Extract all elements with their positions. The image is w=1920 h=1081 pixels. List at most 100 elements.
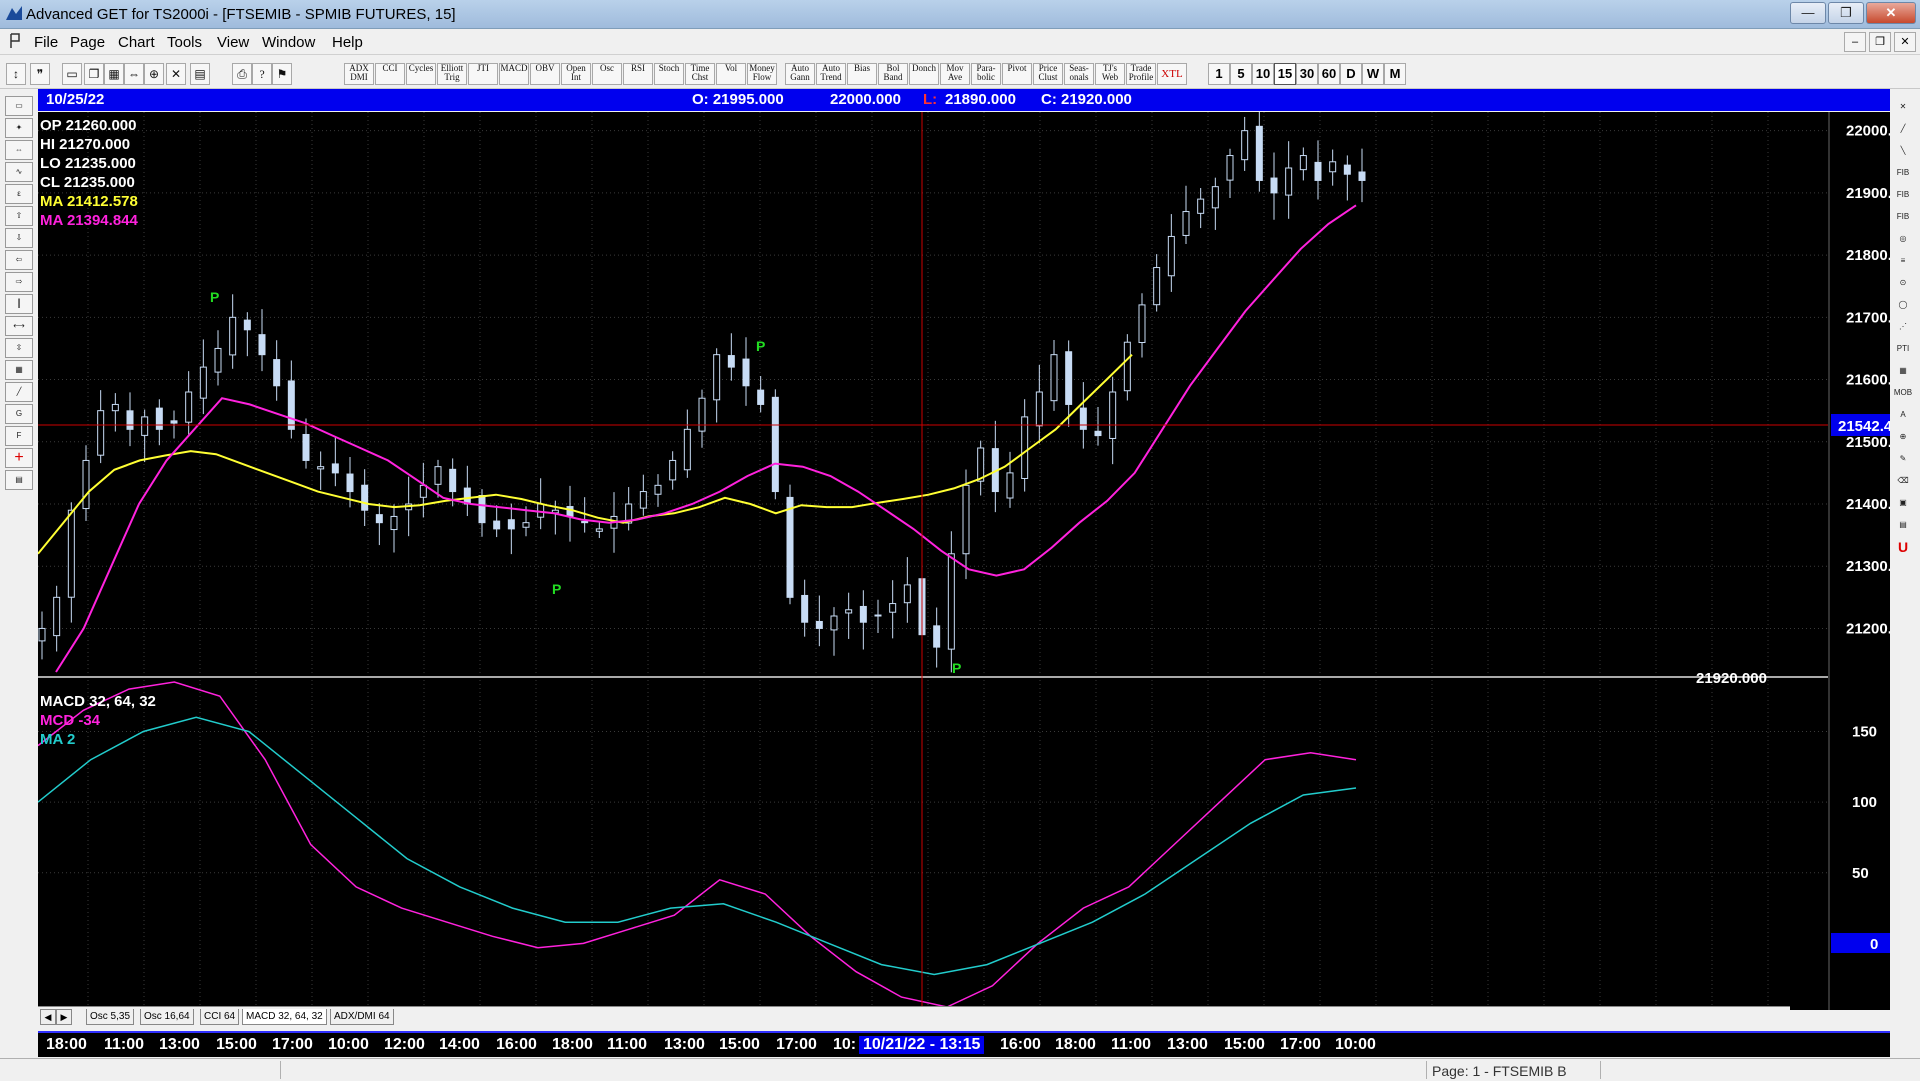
timeframe-button-w[interactable]: W xyxy=(1362,63,1384,85)
timeframe-button-m[interactable]: M xyxy=(1384,63,1406,85)
tab-osc-5-35[interactable]: Osc 5,35 xyxy=(86,1009,135,1025)
menu-file[interactable]: File xyxy=(34,34,58,51)
menu-tools[interactable]: Tools xyxy=(167,34,202,51)
left-arrow-icon[interactable]: ⇦ xyxy=(5,250,33,270)
zoom-horizontal-icon[interactable]: ⟷ xyxy=(5,316,33,336)
reset-icon[interactable]: ⇔ xyxy=(5,140,33,160)
timeframe-button-15[interactable]: 15 xyxy=(1274,63,1296,85)
crosshair-icon[interactable]: + xyxy=(5,448,33,468)
down-arrow-icon[interactable]: ⇩ xyxy=(5,228,33,248)
study-button-donch[interactable]: Donch xyxy=(909,63,939,85)
tab-macd[interactable]: MACD 32, 64, 32 xyxy=(242,1009,327,1025)
quote-icon[interactable]: ❞ xyxy=(30,63,50,85)
ellipse-icon[interactable]: ◯ xyxy=(1890,296,1916,314)
menu-window[interactable]: Window xyxy=(262,34,315,51)
study-button-jti[interactable]: JTI xyxy=(468,63,498,85)
u-icon[interactable]: U xyxy=(1890,538,1916,556)
chart-area[interactable]: P P P P OP 21260.000 HI 21270.000 LO 212… xyxy=(37,109,1920,1010)
timeframe-button-10[interactable]: 10 xyxy=(1252,63,1274,85)
child-minimize-button[interactable]: – xyxy=(1844,32,1866,52)
child-restore-button[interactable]: ❐ xyxy=(1869,32,1891,52)
fib-icon[interactable]: F xyxy=(5,426,33,446)
mob-icon[interactable]: MOB xyxy=(1890,384,1916,402)
study-button-bol-band[interactable]: Bol Band xyxy=(878,63,908,85)
spiral-icon[interactable]: ◎ xyxy=(1890,230,1916,248)
study-button-money-flow[interactable]: Money Flow xyxy=(747,63,777,85)
chart-canvas[interactable]: P P P P OP 21260.000 HI 21270.000 LO 212… xyxy=(37,109,1920,1010)
study-button-tj-s-web[interactable]: TJ's Web xyxy=(1095,63,1125,85)
minimize-button[interactable]: — xyxy=(1790,2,1826,24)
study-button-osc[interactable]: Osc xyxy=(592,63,622,85)
study-button-price-clust[interactable]: Price Clust xyxy=(1033,63,1063,85)
study-button-vol[interactable]: Vol xyxy=(716,63,746,85)
study-button-stoch[interactable]: Stoch xyxy=(654,63,684,85)
study-button-macd[interactable]: MACD xyxy=(499,63,529,85)
print-icon[interactable]: ⎙ xyxy=(232,63,252,85)
zoom-vertical-icon[interactable]: ⇳ xyxy=(5,338,33,358)
grid-tool-icon[interactable]: ▦ xyxy=(5,360,33,380)
fib-time-icon[interactable]: FIB xyxy=(1890,208,1916,226)
menu-view[interactable]: View xyxy=(217,34,249,51)
grid-icon[interactable]: ▦ xyxy=(1890,362,1916,380)
study-button-trade-profile[interactable]: Trade Profile xyxy=(1126,63,1156,85)
save-icon[interactable]: ▤ xyxy=(5,470,33,490)
cancel-icon[interactable]: ✕ xyxy=(166,63,186,85)
fan-icon[interactable]: ≡ xyxy=(1890,252,1916,270)
fib-extension-icon[interactable]: FIB xyxy=(1890,186,1916,204)
gann-icon[interactable]: G xyxy=(5,404,33,424)
grid-icon[interactable]: ▦ xyxy=(104,63,124,85)
study-button-elliott-trig[interactable]: Elliott Trig xyxy=(437,63,467,85)
study-button-para-bolic[interactable]: Para- bolic xyxy=(971,63,1001,85)
menu-chart[interactable]: Chart xyxy=(118,34,155,51)
cross-icon[interactable]: ✕ xyxy=(1890,98,1916,116)
pen-icon[interactable]: ╱ xyxy=(1890,120,1916,138)
up-arrow-icon[interactable]: ⇧ xyxy=(5,206,33,226)
tab-next-button[interactable]: ▶ xyxy=(56,1009,72,1025)
cycle-icon[interactable]: ⊙ xyxy=(1890,274,1916,292)
study-icon[interactable]: ∿ xyxy=(5,162,33,182)
pti-icon[interactable]: PTI xyxy=(1890,340,1916,358)
open-icon[interactable]: ▭ xyxy=(5,96,33,116)
magnify-icon[interactable]: ⊕ xyxy=(1890,428,1916,446)
zoom-icon[interactable]: ⊕ xyxy=(144,63,164,85)
study-button-obv[interactable]: OBV xyxy=(530,63,560,85)
study-button-auto-gann[interactable]: Auto Gann xyxy=(785,63,815,85)
menu-page[interactable]: Page xyxy=(70,34,105,51)
study-button-mov-ave[interactable]: Mov Ave xyxy=(940,63,970,85)
text-icon[interactable]: A xyxy=(1890,406,1916,424)
maximize-button[interactable]: ❐ xyxy=(1828,2,1864,24)
menu-help[interactable]: Help xyxy=(332,34,363,51)
help-icon[interactable]: ? xyxy=(252,63,272,85)
close-button[interactable]: ✕ xyxy=(1866,2,1916,24)
new-page-icon[interactable]: ▭ xyxy=(62,63,82,85)
layout-icon[interactable]: ▤ xyxy=(190,63,210,85)
tab-prev-button[interactable]: ◀ xyxy=(40,1009,56,1025)
child-close-button[interactable]: ✕ xyxy=(1894,32,1916,52)
study-button-auto-trend[interactable]: Auto Trend xyxy=(816,63,846,85)
timeframe-button-60[interactable]: 60 xyxy=(1318,63,1340,85)
gann-fan-icon[interactable]: ⋰ xyxy=(1890,318,1916,336)
tab-osc-16-64[interactable]: Osc 16,64 xyxy=(140,1009,194,1025)
right-arrow-icon[interactable]: ⇨ xyxy=(5,272,33,292)
timeframe-button-5[interactable]: 5 xyxy=(1230,63,1252,85)
tab-adx-dmi[interactable]: ADX/DMI 64 xyxy=(330,1009,394,1025)
elliott-wave-icon[interactable]: ε xyxy=(5,184,33,204)
box-icon[interactable]: ▣ xyxy=(1890,494,1916,512)
arrow-icon[interactable]: ⇔ xyxy=(124,63,144,85)
copy-icon[interactable]: ❐ xyxy=(84,63,104,85)
study-button-adx-dmi[interactable]: ADX DMI xyxy=(344,63,374,85)
lines-icon[interactable]: ╱ xyxy=(5,382,33,402)
study-button-pivot[interactable]: Pivot xyxy=(1002,63,1032,85)
study-button-xtl[interactable]: XTL xyxy=(1157,63,1187,85)
timeframe-button-1[interactable]: 1 xyxy=(1208,63,1230,85)
fib-retracement-icon[interactable]: FIB xyxy=(1890,164,1916,182)
tab-cci-64[interactable]: CCI 64 xyxy=(200,1009,240,1025)
study-button-cci[interactable]: CCI xyxy=(375,63,405,85)
study-button-seas-onals[interactable]: Seas- onals xyxy=(1064,63,1094,85)
eraser-icon[interactable]: ⌫ xyxy=(1890,472,1916,490)
timeframe-button-d[interactable]: D xyxy=(1340,63,1362,85)
timeframe-button-30[interactable]: 30 xyxy=(1296,63,1318,85)
pencil-icon[interactable]: ✎ xyxy=(1890,450,1916,468)
study-button-rsi[interactable]: RSI xyxy=(623,63,653,85)
pointer-icon[interactable]: ↕ xyxy=(6,63,26,85)
